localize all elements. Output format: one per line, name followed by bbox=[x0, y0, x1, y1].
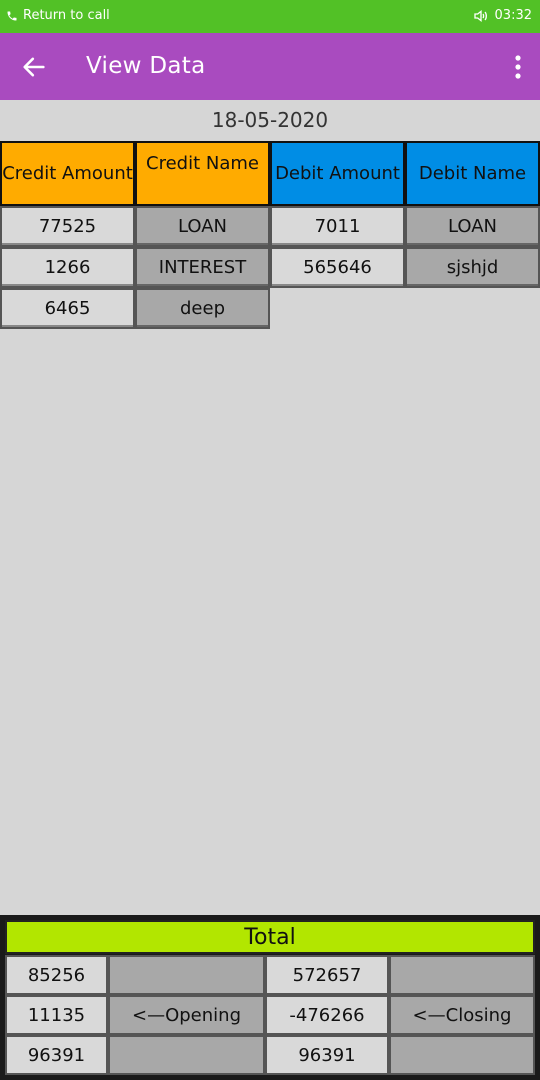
total-cell: 85256 bbox=[5, 955, 108, 995]
total-title: Total bbox=[5, 920, 535, 954]
table-cell: 7011 bbox=[270, 206, 405, 247]
opening-label: <—Opening bbox=[108, 995, 265, 1035]
table-cell: LOAN bbox=[405, 206, 540, 247]
closing-label: <—Closing bbox=[389, 995, 535, 1035]
opening-balance: 11135 bbox=[5, 995, 108, 1035]
table-cell: 1266 bbox=[0, 247, 135, 288]
total-cell bbox=[389, 955, 535, 995]
table-cell: INTEREST bbox=[135, 247, 270, 288]
header-debit-amount: Debit Amount bbox=[270, 141, 405, 206]
total-cell: 96391 bbox=[5, 1035, 108, 1075]
total-cell bbox=[108, 1035, 265, 1075]
speaker-icon bbox=[473, 9, 489, 23]
total-cell bbox=[108, 955, 265, 995]
total-cell bbox=[389, 1035, 535, 1075]
return-to-call-label: Return to call bbox=[23, 8, 110, 23]
page-title: View Data bbox=[86, 53, 206, 79]
table-cell: sjshjd bbox=[405, 247, 540, 288]
total-cell: 96391 bbox=[265, 1035, 389, 1075]
app-bar: View Data bbox=[0, 33, 540, 100]
closing-balance: -476266 bbox=[265, 995, 389, 1035]
more-vert-icon[interactable] bbox=[514, 54, 522, 80]
status-bar: Return to call 03:32 bbox=[0, 0, 540, 33]
table-cell: deep bbox=[135, 288, 270, 329]
phone-icon bbox=[6, 10, 18, 22]
header-credit-amount: Credit Amount bbox=[0, 141, 135, 206]
total-section: Total 85256 572657 11135 <—Opening -4762… bbox=[0, 915, 540, 1080]
table-cell: 77525 bbox=[0, 206, 135, 247]
return-to-call[interactable]: Return to call bbox=[6, 8, 110, 23]
table-cell: 565646 bbox=[270, 247, 405, 288]
date-label: 18-05-2020 bbox=[211, 108, 329, 132]
status-right: 03:32 bbox=[473, 8, 532, 23]
header-credit-name: Credit Name bbox=[135, 141, 270, 206]
total-cell: 572657 bbox=[265, 955, 389, 995]
back-arrow-icon[interactable] bbox=[20, 53, 48, 81]
table-cell: 6465 bbox=[0, 288, 135, 329]
table-cell: LOAN bbox=[135, 206, 270, 247]
clock-time: 03:32 bbox=[494, 8, 532, 23]
header-debit-name: Debit Name bbox=[405, 141, 540, 206]
